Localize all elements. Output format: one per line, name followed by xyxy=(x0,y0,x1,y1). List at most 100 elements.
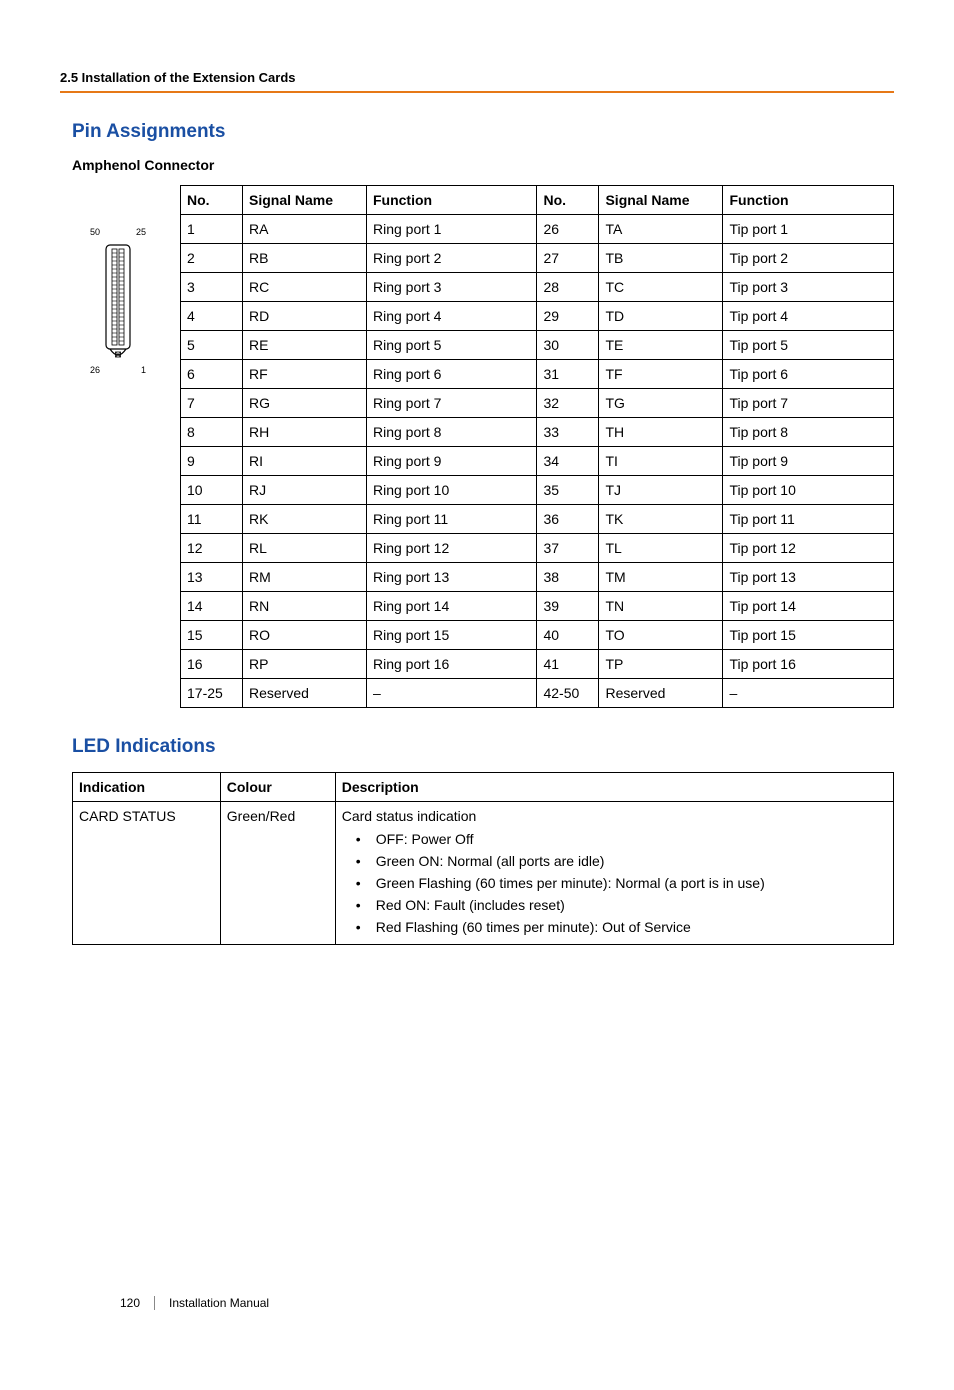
heading-pin-assignments: Pin Assignments xyxy=(60,121,894,143)
cell-colour: Green/Red xyxy=(220,802,335,945)
subheading-amphenol: Amphenol Connector xyxy=(60,157,894,173)
cell-indication: CARD STATUS xyxy=(73,802,221,945)
led-table: Indication Colour Description CARD STATU… xyxy=(72,772,894,945)
table-header-row: Indication Colour Description xyxy=(73,773,894,802)
table-cell: RL xyxy=(242,534,366,563)
table-cell: Tip port 11 xyxy=(723,505,894,534)
table-cell: TN xyxy=(599,592,723,621)
table-cell: Ring port 5 xyxy=(366,331,537,360)
table-cell: 42-50 xyxy=(537,679,599,708)
table-cell: RB xyxy=(242,244,366,273)
table-cell: 5 xyxy=(181,331,243,360)
table-cell: 17-25 xyxy=(181,679,243,708)
table-cell: 8 xyxy=(181,418,243,447)
table-row: 12RLRing port 1237TLTip port 12 xyxy=(181,534,894,563)
table-row: 14RNRing port 1439TNTip port 14 xyxy=(181,592,894,621)
table-cell: TE xyxy=(599,331,723,360)
table-row: 17-25Reserved–42-50Reserved– xyxy=(181,679,894,708)
table-cell: 15 xyxy=(181,621,243,650)
connector-label-top-left: 50 xyxy=(90,227,100,237)
table-row: 11RKRing port 1136TKTip port 11 xyxy=(181,505,894,534)
doc-title: Installation Manual xyxy=(169,1296,269,1310)
connector-label-bottom-left: 26 xyxy=(90,365,100,375)
table-cell: Ring port 16 xyxy=(366,650,537,679)
table-row: 10RJRing port 1035TJTip port 10 xyxy=(181,476,894,505)
table-cell: TO xyxy=(599,621,723,650)
table-cell: 3 xyxy=(181,273,243,302)
table-cell: RF xyxy=(242,360,366,389)
table-cell: Tip port 13 xyxy=(723,563,894,592)
table-cell: RC xyxy=(242,273,366,302)
table-cell: Ring port 2 xyxy=(366,244,537,273)
table-row: 6RFRing port 631TFTip port 6 xyxy=(181,360,894,389)
table-row: 2RBRing port 227TBTip port 2 xyxy=(181,244,894,273)
table-cell: 14 xyxy=(181,592,243,621)
col-description: Description xyxy=(335,773,893,802)
table-cell: TK xyxy=(599,505,723,534)
table-cell: TC xyxy=(599,273,723,302)
table-header-row: No. Signal Name Function No. Signal Name… xyxy=(181,186,894,215)
table-cell: Ring port 11 xyxy=(366,505,537,534)
col-no-1: No. xyxy=(181,186,243,215)
table-cell: Tip port 1 xyxy=(723,215,894,244)
col-colour: Colour xyxy=(220,773,335,802)
page-footer: 120 Installation Manual xyxy=(120,1296,269,1310)
col-signal-2: Signal Name xyxy=(599,186,723,215)
table-row: 7RGRing port 732TGTip port 7 xyxy=(181,389,894,418)
table-cell: 37 xyxy=(537,534,599,563)
table-row: 8RHRing port 833THTip port 8 xyxy=(181,418,894,447)
table-cell: Ring port 13 xyxy=(366,563,537,592)
connector-label-bottom-right: 1 xyxy=(141,365,146,375)
table-cell: RO xyxy=(242,621,366,650)
amphenol-connector-icon xyxy=(98,239,138,363)
heading-led-indications: LED Indications xyxy=(60,736,894,758)
table-cell: Ring port 4 xyxy=(366,302,537,331)
table-row: 15RORing port 1540TOTip port 15 xyxy=(181,621,894,650)
table-cell: 31 xyxy=(537,360,599,389)
table-row: CARD STATUS Green/Red Card status indica… xyxy=(73,802,894,945)
table-cell: Tip port 9 xyxy=(723,447,894,476)
table-cell: Tip port 2 xyxy=(723,244,894,273)
table-cell: Reserved xyxy=(242,679,366,708)
table-cell: RA xyxy=(242,215,366,244)
table-cell: Reserved xyxy=(599,679,723,708)
table-cell: 2 xyxy=(181,244,243,273)
table-cell: Tip port 6 xyxy=(723,360,894,389)
table-row: 9RIRing port 934TITip port 9 xyxy=(181,447,894,476)
list-item: Red Flashing (60 times per minute): Out … xyxy=(342,916,887,938)
table-cell: Ring port 10 xyxy=(366,476,537,505)
list-item: OFF: Power Off xyxy=(342,828,887,850)
table-cell: RH xyxy=(242,418,366,447)
table-cell: Tip port 7 xyxy=(723,389,894,418)
connector-label-top-right: 25 xyxy=(136,227,146,237)
table-cell: TJ xyxy=(599,476,723,505)
table-cell: 39 xyxy=(537,592,599,621)
table-row: 4RDRing port 429TDTip port 4 xyxy=(181,302,894,331)
section-header: 2.5 Installation of the Extension Cards xyxy=(60,70,894,93)
table-cell: Tip port 3 xyxy=(723,273,894,302)
table-cell: 28 xyxy=(537,273,599,302)
table-cell: Tip port 14 xyxy=(723,592,894,621)
table-cell: TF xyxy=(599,360,723,389)
table-cell: Ring port 6 xyxy=(366,360,537,389)
table-cell: TH xyxy=(599,418,723,447)
table-cell: RE xyxy=(242,331,366,360)
table-cell: RJ xyxy=(242,476,366,505)
table-cell: Tip port 8 xyxy=(723,418,894,447)
table-row: 5RERing port 530TETip port 5 xyxy=(181,331,894,360)
table-cell: TB xyxy=(599,244,723,273)
table-cell: – xyxy=(723,679,894,708)
table-cell: 33 xyxy=(537,418,599,447)
table-cell: TA xyxy=(599,215,723,244)
table-row: 13RMRing port 1338TMTip port 13 xyxy=(181,563,894,592)
table-row: 16RPRing port 1641TPTip port 16 xyxy=(181,650,894,679)
table-cell: TD xyxy=(599,302,723,331)
table-cell: RI xyxy=(242,447,366,476)
table-cell: 6 xyxy=(181,360,243,389)
col-function-1: Function xyxy=(366,186,537,215)
table-cell: 29 xyxy=(537,302,599,331)
table-cell: Ring port 12 xyxy=(366,534,537,563)
table-cell: 13 xyxy=(181,563,243,592)
table-cell: 4 xyxy=(181,302,243,331)
table-row: 3RCRing port 328TCTip port 3 xyxy=(181,273,894,302)
